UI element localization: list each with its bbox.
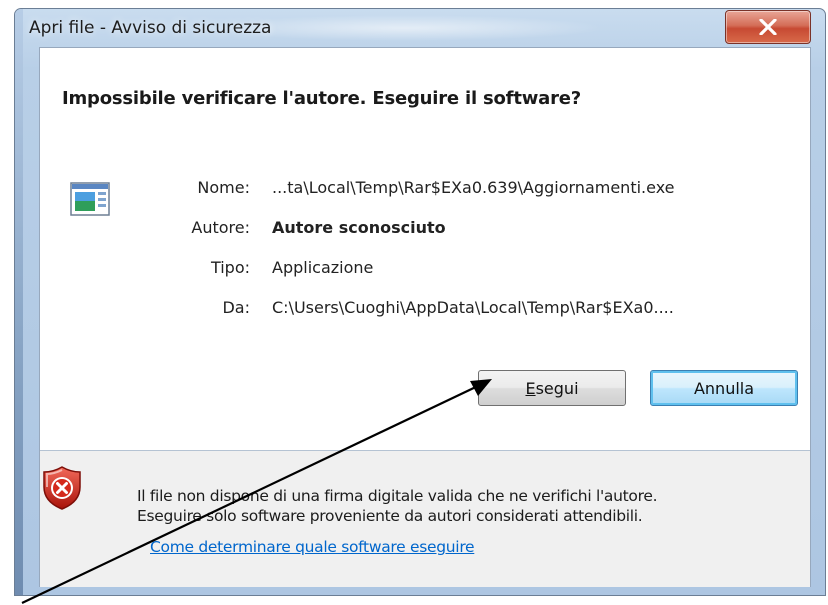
field-label-name: Nome: bbox=[197, 178, 250, 197]
close-icon bbox=[759, 19, 777, 35]
help-link[interactable]: Come determinare quale software eseguire bbox=[150, 538, 475, 556]
run-button-label: segui bbox=[535, 378, 579, 398]
window-frame-edge bbox=[15, 9, 23, 595]
field-label-author: Autore: bbox=[191, 218, 250, 237]
close-button[interactable] bbox=[725, 10, 811, 44]
warning-headline: Impossibile verificare l'autore. Eseguir… bbox=[62, 88, 582, 109]
run-button-mnemonic: E bbox=[525, 378, 536, 398]
shield-error-icon bbox=[43, 466, 81, 510]
security-warning-window: Apri file - Avviso di sicurezza Impossib… bbox=[14, 8, 826, 596]
field-label-type: Tipo: bbox=[210, 258, 250, 277]
dialog-content: Impossibile verificare l'autore. Eseguir… bbox=[39, 47, 811, 587]
title-bar[interactable]: Apri file - Avviso di sicurezza bbox=[15, 9, 825, 47]
field-value-author: Autore sconosciuto bbox=[272, 218, 446, 237]
field-label-from: Da: bbox=[222, 298, 250, 317]
cancel-button[interactable]: Annulla bbox=[650, 370, 798, 406]
run-button[interactable]: Esegui bbox=[478, 370, 626, 406]
window-title: Apri file - Avviso di sicurezza bbox=[29, 18, 272, 38]
footer-line-signature: Il file non dispone di una firma digital… bbox=[137, 487, 658, 505]
field-value-from: C:\Users\Cuoghi\AppData\Local\Temp\Rar$E… bbox=[272, 298, 674, 317]
field-value-name: ...ta\Local\Temp\Rar$EXa0.639\Aggiorname… bbox=[272, 178, 675, 197]
field-value-type: Applicazione bbox=[272, 258, 374, 277]
screenshot: Apri file - Avviso di sicurezza Impossib… bbox=[0, 0, 828, 605]
footer-line-advice: Eseguire solo software proveniente da au… bbox=[137, 507, 643, 525]
